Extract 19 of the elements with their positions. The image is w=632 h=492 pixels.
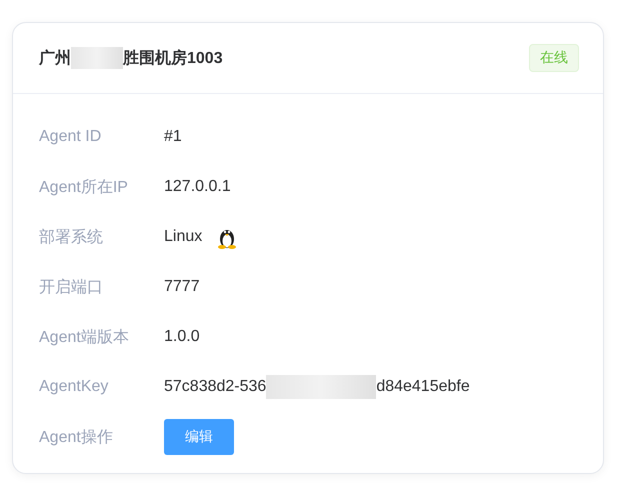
value-text: d84e415ebfe <box>376 378 470 396</box>
value-text: 7777 <box>164 278 200 296</box>
redaction-blur <box>71 47 123 69</box>
value-text: #1 <box>164 128 182 146</box>
value-text: 127.0.0.1 <box>164 178 231 196</box>
edit-button[interactable]: 编辑 <box>164 419 234 455</box>
value-text: 57c838d2-536 <box>164 378 266 396</box>
field-label: 开启端口 <box>39 278 104 298</box>
field-label: AgentKey <box>39 378 110 396</box>
field-label: 部署系统 <box>39 228 104 248</box>
field-label: Agent所在IP <box>39 178 129 198</box>
card-title: 广州 <box>39 48 71 68</box>
status-tag: 在线 <box>529 44 579 72</box>
field-label: Agent端版本 <box>39 328 130 348</box>
value-text: 1.0.0 <box>164 328 200 346</box>
field-label: Agent操作 <box>39 428 114 448</box>
field-label: Agent ID <box>39 128 102 146</box>
card-title: 胜围机房1003 <box>123 48 223 68</box>
value-text: Linux <box>164 228 202 246</box>
